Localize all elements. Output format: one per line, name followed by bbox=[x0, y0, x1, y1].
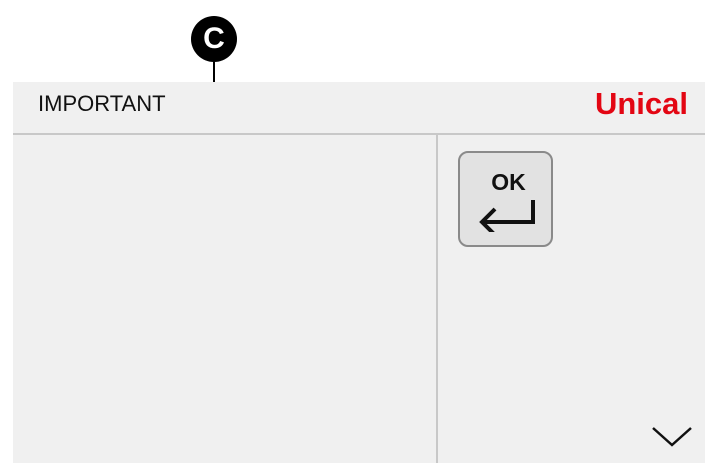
ok-button[interactable]: OK bbox=[458, 151, 553, 247]
brand-logo: Unical bbox=[594, 86, 688, 121]
screen: C IMPORTANT Unical OK bbox=[0, 0, 705, 463]
page-title: IMPORTANT bbox=[38, 91, 166, 116]
chevron-down-icon[interactable] bbox=[650, 423, 694, 449]
header-bar: IMPORTANT Unical bbox=[13, 82, 705, 135]
message-panel bbox=[13, 135, 436, 463]
ok-button-label: OK bbox=[491, 169, 526, 195]
enter-return-icon bbox=[479, 200, 535, 232]
callout-letter: C bbox=[203, 22, 225, 55]
callout-marker-c: C bbox=[191, 16, 237, 62]
